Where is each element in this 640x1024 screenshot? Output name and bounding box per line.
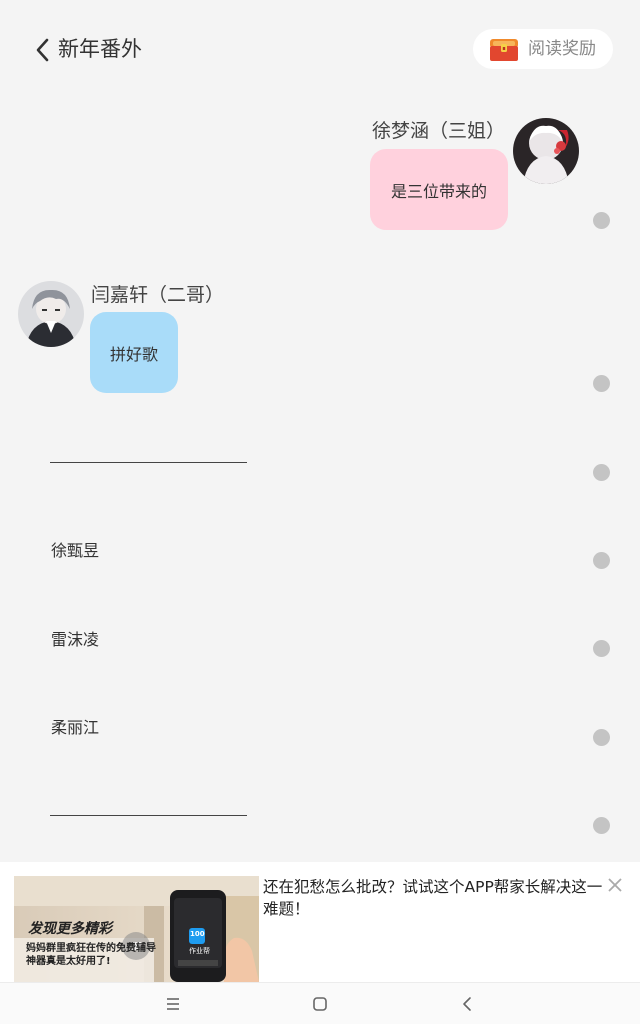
app-name: 作业帮 (189, 947, 210, 955)
paragraph-comment-dot[interactable] (593, 640, 610, 657)
page-title: 新年番外 (58, 37, 142, 61)
name-text: 徐甄昱 (51, 541, 100, 560)
ad-image-title: 发现更多精彩 (28, 921, 112, 937)
paragraph-comment-dot[interactable] (593, 729, 610, 746)
separator-line (50, 815, 247, 816)
speaker-name: 徐梦涵（三姐） (372, 120, 506, 142)
app-badge: 100 (190, 930, 205, 938)
ad-image-caption: 妈妈群里疯狂在传的免费辅导神器真是太好用了! (26, 943, 156, 967)
close-icon[interactable] (606, 876, 624, 894)
speaker-name: 闫嘉轩（二哥） (91, 284, 225, 306)
paragraph-comment-dot[interactable] (593, 552, 610, 569)
back-chevron-icon[interactable] (30, 36, 56, 64)
avatar[interactable] (513, 118, 579, 184)
reading-reward-button[interactable]: 阅读奖励 (473, 29, 613, 69)
back-triangle-icon[interactable] (456, 993, 478, 1015)
avatar[interactable] (18, 281, 84, 347)
reward-label: 阅读奖励 (528, 39, 596, 59)
paragraph-comment-dot[interactable] (593, 212, 610, 229)
system-nav-bar (0, 982, 640, 1024)
home-square-icon[interactable] (309, 993, 331, 1015)
chat-bubble[interactable]: 拼好歌 (90, 312, 178, 393)
paragraph-comment-dot[interactable] (593, 817, 610, 834)
name-text: 柔丽江 (51, 718, 100, 737)
ad-image[interactable]: 发现更多精彩 妈妈群里疯狂在传的免费辅导神器真是太好用了! 100 作业帮 (14, 876, 259, 982)
paragraph-comment-dot[interactable] (593, 464, 610, 481)
menu-icon[interactable] (162, 993, 184, 1015)
separator-line (50, 462, 247, 463)
name-text: 雷沫凌 (51, 630, 100, 649)
ad-banner[interactable]: 发现更多精彩 妈妈群里疯狂在传的免费辅导神器真是太好用了! 100 作业帮 还在… (0, 862, 640, 982)
ad-headline[interactable]: 还在犯愁怎么批改？试试这个APP帮家长解决这一难题！ (263, 876, 615, 920)
paragraph-comment-dot[interactable] (593, 375, 610, 392)
treasure-chest-icon (490, 39, 518, 61)
chat-bubble[interactable]: 是三位带来的 (370, 149, 508, 230)
